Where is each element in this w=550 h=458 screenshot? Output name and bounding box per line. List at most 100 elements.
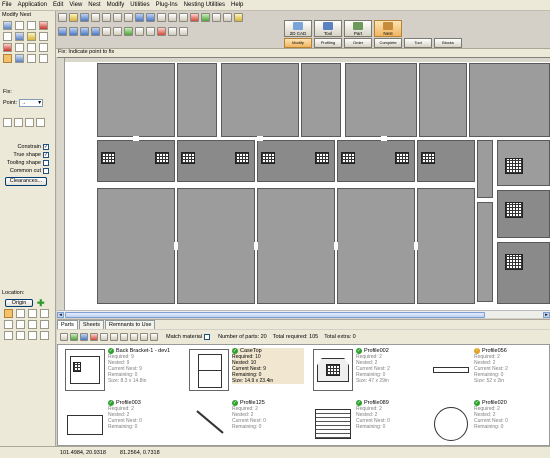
menu-application[interactable]: Application [18,2,47,8]
check-true-shape[interactable]: True shape ✓ [3,151,49,159]
sort-icon[interactable] [150,333,158,341]
group-icon[interactable] [27,43,36,52]
scroll-left-arrow[interactable]: ◂ [57,312,64,318]
order-button[interactable]: Order [344,38,372,48]
tab-remnants[interactable]: Remnants to Use [104,320,156,329]
nested-part[interactable] [469,63,550,137]
nested-part[interactable] [419,63,467,137]
nested-part[interactable] [477,140,493,198]
menu-help[interactable]: Help [231,2,243,8]
part-card[interactable]: ✓ Profile020 Required: 2 Nested: 2 Curren… [428,399,549,445]
properties-icon[interactable] [179,27,188,36]
checkbox-tooling-shape[interactable] [43,160,49,166]
menu-modify[interactable]: Modify [107,2,125,8]
select-icon[interactable] [3,21,12,30]
clearances-button[interactable]: Clearances... [5,177,47,186]
last-sheet-icon[interactable] [91,27,100,36]
sheet[interactable] [97,62,550,308]
first-sheet-icon[interactable] [58,27,67,36]
check-tooling-shape[interactable]: Tooling shape [3,159,49,167]
bump-icon[interactable] [27,54,36,63]
move-icon[interactable] [15,21,24,30]
view-details-icon[interactable] [140,333,148,341]
part-view-icon[interactable] [113,27,122,36]
check-constrain[interactable]: Constrain ✓ [3,143,49,151]
fix-option-1-icon[interactable] [3,118,12,127]
nested-part[interactable] [301,63,341,137]
fix-option-2-icon[interactable] [14,118,23,127]
measure-icon[interactable] [39,54,48,63]
view-small-icon[interactable] [120,333,128,341]
view-list-icon[interactable] [130,333,138,341]
nested-part[interactable] [221,63,299,137]
menu-nesting-utilities[interactable]: Nesting Utilities [184,2,225,8]
array-icon[interactable] [39,43,48,52]
redo-icon[interactable] [146,13,155,22]
check-common-cut[interactable]: Common cut [3,167,49,175]
grid-icon[interactable] [223,13,232,22]
nested-part[interactable] [257,188,335,304]
layout-icon[interactable] [135,27,144,36]
import-part-icon[interactable] [70,333,78,341]
delete-icon[interactable] [3,43,12,52]
paste-icon[interactable] [124,13,133,22]
part-card-selected[interactable]: ✓ CaseTop Required: 10 Nested: 10 Current… [186,347,307,396]
scroll-right-arrow[interactable]: ▸ [543,312,550,318]
next-sheet-icon[interactable] [80,27,89,36]
complete-button[interactable]: Complete [374,38,402,48]
menu-utilities[interactable]: Utilities [130,2,149,8]
add-location-icon[interactable]: ✚ [37,299,45,308]
rotate-icon[interactable] [3,32,12,41]
loc-left-icon[interactable] [40,309,49,318]
menu-view[interactable]: View [69,2,82,8]
nested-part[interactable] [97,188,175,304]
loc-top-right-icon[interactable] [4,331,13,340]
modify-button[interactable]: Modify [284,38,312,48]
add-part-icon[interactable] [60,333,68,341]
nested-part[interactable] [417,188,475,304]
part-card[interactable]: ✓ Profile125 Required: 2 Nested: 2 Curren… [186,399,307,445]
nested-part[interactable] [497,242,550,304]
nest-canvas[interactable] [57,57,550,310]
sheet-view-icon[interactable] [102,27,111,36]
nested-part[interactable] [337,188,415,304]
align-icon[interactable] [15,43,24,52]
save-icon[interactable] [80,13,89,22]
menu-plugins[interactable]: Plug-Ins [156,2,178,8]
cut-icon[interactable] [102,13,111,22]
part-card[interactable]: ✓ Profile003 Required: 2 Nested: 2 Curren… [62,399,183,445]
blocks-button[interactable]: Blocks [434,38,462,48]
help-icon[interactable] [234,13,243,22]
prev-sheet-icon[interactable] [69,27,78,36]
copy-icon[interactable] [27,32,36,41]
scroll-thumb[interactable] [65,312,485,318]
loc-bottom-left-icon[interactable] [4,309,13,318]
run-icon[interactable] [201,13,210,22]
new-icon[interactable] [58,13,67,22]
loc-bottom-icon[interactable] [16,309,25,318]
origin-button[interactable]: Origin [5,299,33,307]
nested-part[interactable] [97,63,175,137]
nested-part[interactable] [177,188,255,304]
part-card[interactable]: ✓ Back Bracket-1 - dev1 Required: 9 Neste… [62,347,183,396]
stop-icon[interactable] [190,13,199,22]
loc-corner-icon[interactable] [40,331,49,340]
blank-icon[interactable] [27,21,36,30]
checkbox-common-cut[interactable] [43,168,49,174]
loc-top-icon[interactable] [40,320,49,329]
menu-edit[interactable]: Edit [53,2,63,8]
view-large-icon[interactable] [110,333,118,341]
edit-part-icon[interactable] [80,333,88,341]
nested-part[interactable] [177,63,217,137]
clear-nest-icon[interactable] [157,27,166,36]
undo-icon[interactable] [135,13,144,22]
loc-v-line-icon[interactable] [28,331,37,340]
part-card[interactable]: ✓ Profile089 Required: 2 Nested: 2 Curren… [310,399,431,445]
tab-sheets[interactable]: Sheets [78,320,104,329]
canvas-horizontal-scrollbar[interactable]: ◂ ▸ [57,310,550,318]
menu-nest[interactable]: Nest [88,2,100,8]
part-props-icon[interactable] [100,333,108,341]
zoom-all-icon[interactable] [179,13,188,22]
point-select[interactable]: → [19,99,44,107]
mirror-icon[interactable] [15,32,24,41]
